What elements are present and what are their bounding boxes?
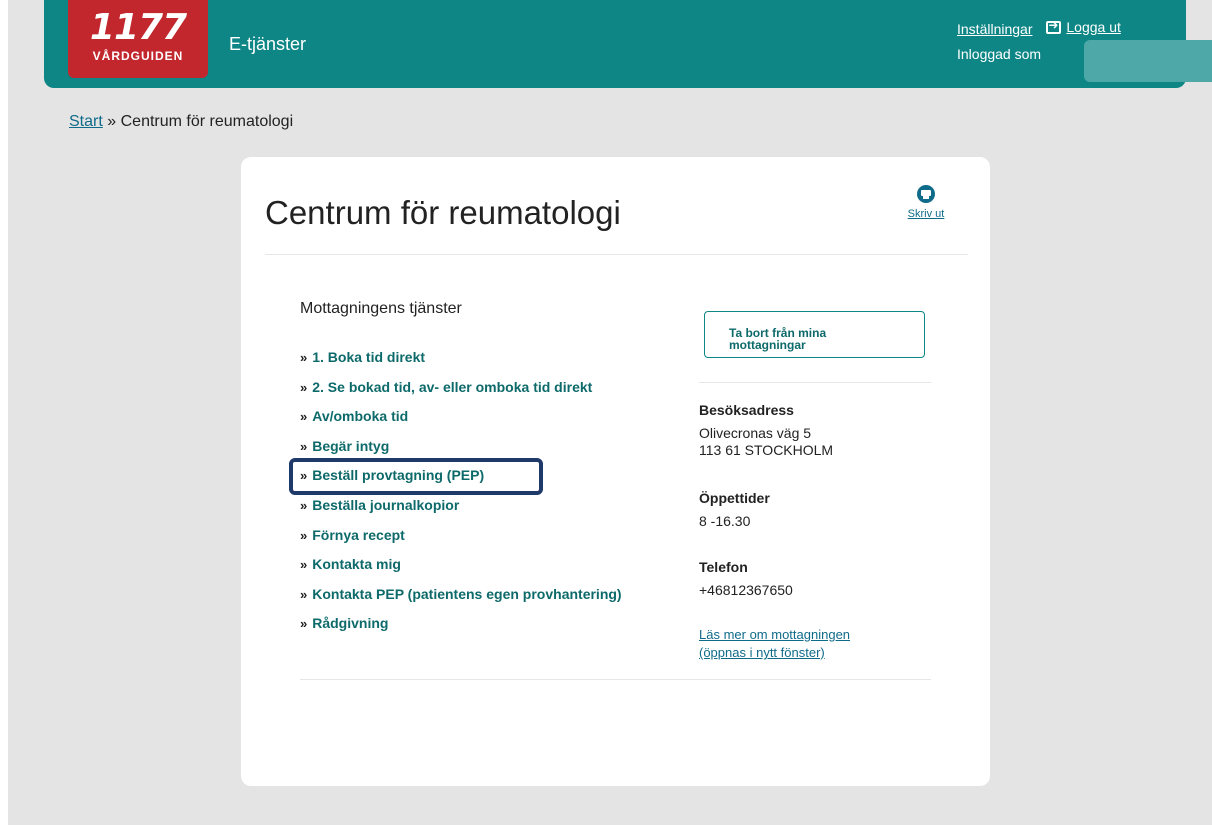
service-link-renew-prescription[interactable]: » Förnya recept [300,525,622,555]
service-label[interactable]: Kontakta PEP (patientens egen provhanter… [312,586,621,602]
bullet-icon: » [300,616,308,632]
logo-subtitle: VÅRDGUIDEN [92,49,184,63]
remove-button-line2: mottagningar [729,337,806,352]
bullet-icon: » [300,409,308,425]
service-link-book[interactable]: » 1. Boka tid direkt [300,347,622,377]
bullet-icon: » [300,379,308,395]
bullet-icon: » [300,350,308,365]
logo-number: 1177 [89,7,187,48]
bullet-icon: » [300,586,308,602]
bullet-icon: » [300,497,308,513]
logged-in-label: Inloggad som [957,46,1042,62]
read-more-line2[interactable]: (öppnas i nytt fönster) [699,645,825,660]
service-link-contact-pep[interactable]: » Kontakta PEP (patientens egen provhante… [300,584,622,614]
service-link-advice[interactable]: » Rådgivning [300,613,622,643]
bottom-divider [300,679,931,680]
opening-hours: Öppettider 8 -16.30 [699,490,770,530]
bullet-icon: » [300,557,308,573]
service-link-journal-copies[interactable]: » Beställa journalkopior [300,495,622,525]
service-label[interactable]: Av/omboka tid [312,408,408,424]
service-label[interactable]: 2. Se bokad tid, av- eller omboka tid di… [312,379,592,395]
service-label[interactable]: 1. Boka tid direkt [312,349,425,365]
bullet-icon: » [300,527,308,543]
service-label[interactable]: Beställa journalkopior [312,497,459,513]
service-label[interactable]: Rådgivning [312,615,388,631]
settings-link[interactable]: Inställningar [957,21,1033,37]
service-link-contact-me[interactable]: » Kontakta mig [300,554,622,584]
breadcrumb-current: Centrum för reumatologi [120,113,294,130]
bullet-icon: » [300,438,308,454]
read-more-line1[interactable]: Läs mer om mottagningen [699,627,850,642]
print-label[interactable]: Skriv ut [908,208,945,220]
address-line1: Olivecronas väg 5 [699,425,812,441]
hours-value: 8 -16.30 [699,513,751,529]
service-link-reschedule[interactable]: » Av/omboka tid [300,406,622,436]
address-label: Besöksadress [699,402,794,418]
logout-group: Logga ut [1046,18,1121,35]
breadcrumb-start-link[interactable]: Start [69,113,103,130]
brand-logo[interactable]: 1177 VÅRDGUIDEN [68,0,208,78]
print-button[interactable]: Skriv ut [901,185,951,220]
remove-from-my-clinics-button[interactable]: Ta bort från mina mottagningar [704,311,925,358]
breadcrumb: Start » Centrum för reumatologi [69,113,293,131]
app-title: E-tjänster [229,34,307,54]
address-line2: 113 61 STOCKHOLM [699,442,834,458]
highlight-outline [289,458,543,495]
printer-icon[interactable] [917,185,935,203]
page-title: Centrum för reumatologi [265,194,621,231]
phone-label: Telefon [699,559,748,575]
visit-address: Besöksadress Olivecronas väg 5 113 61 ST… [699,402,833,459]
service-label[interactable]: Kontakta mig [312,556,401,572]
phone: Telefon +46812367650 [699,559,793,599]
logout-icon[interactable] [1046,18,1062,34]
header-actions: Inställningar Logga ut [957,18,1121,37]
phone-value: +46812367650 [699,582,793,598]
service-label[interactable]: Förnya recept [312,527,405,543]
logout-link[interactable]: Logga ut [1066,19,1121,35]
clinic-card: Centrum för reumatologi Skriv ut Mottagn… [241,157,990,786]
service-link-view-booking[interactable]: » 2. Se bokad tid, av- eller omboka tid d… [300,377,622,407]
read-more-link[interactable]: Läs mer om mottagningen (öppnas i nytt f… [699,626,850,662]
service-label[interactable]: Begär intyg [312,438,389,454]
hours-label: Öppettider [699,490,770,506]
title-divider [265,254,968,255]
breadcrumb-separator: » [107,113,117,130]
masked-username [1084,40,1212,82]
top-header: 1177 VÅRDGUIDEN E-tjänster Inställningar… [44,0,1212,88]
services-heading: Mottagningens tjänster [300,300,462,317]
sidebar-divider [699,382,931,383]
